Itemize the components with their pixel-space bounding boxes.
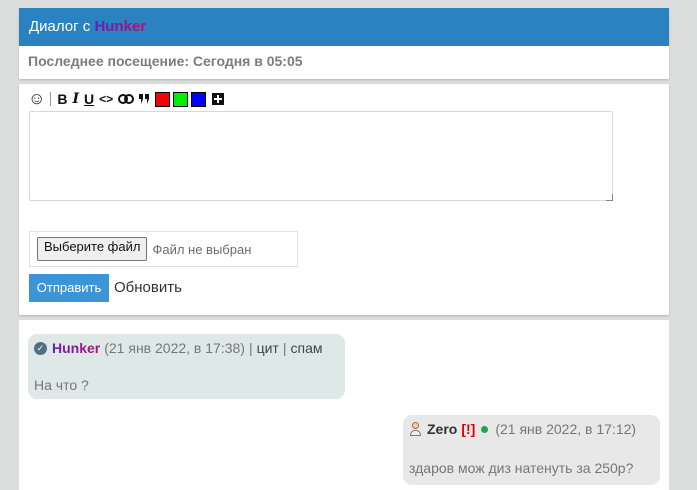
quote-link[interactable]: цит — [257, 340, 279, 356]
file-status: Файл не выбран — [152, 241, 252, 257]
bold-button[interactable]: B — [57, 90, 67, 108]
message-textarea[interactable] — [29, 111, 613, 201]
message-timestamp: (21 янв 2022, в 17:38) — [104, 340, 245, 356]
message-author-link[interactable]: Zero — [427, 421, 457, 437]
message-meta: Zero [!] (21 янв 2022, в 17:12) — [409, 421, 636, 437]
toolbar-divider — [50, 92, 52, 106]
message-list: ✓ Hunker (21 янв 2022, в 17:38) | цит | … — [19, 320, 669, 490]
underline-button[interactable]: U — [84, 90, 94, 108]
message-meta: ✓ Hunker (21 янв 2022, в 17:38) | цит | … — [34, 340, 323, 356]
send-button[interactable]: Отправить — [29, 274, 109, 302]
color-green-button[interactable] — [173, 91, 189, 107]
last-seen-text: Последнее посещение: Сегодня в 05:05 — [28, 53, 303, 69]
user-icon — [409, 422, 422, 436]
verified-icon: ✓ — [34, 341, 47, 355]
message-author-link[interactable]: Hunker — [52, 340, 100, 356]
message-editor: ☺ B I U <> Выберите файл Файл не выбран — [19, 84, 669, 315]
top-strip — [19, 0, 669, 8]
resize-handle[interactable] — [606, 194, 613, 201]
dialog-header: Диалог с Hunker Последнее посещение: Сег… — [19, 8, 669, 79]
code-icon[interactable]: <> — [99, 90, 113, 108]
message-text: На что ? — [34, 377, 89, 393]
file-upload: Выберите файл Файл не выбран — [29, 231, 298, 267]
link-icon[interactable] — [118, 90, 135, 108]
quote-icon[interactable] — [139, 90, 150, 108]
online-status-icon — [481, 425, 489, 433]
message-text: здаров мож диз натенуть за 250р? — [409, 460, 634, 476]
dialog-title-prefix: Диалог с — [29, 18, 91, 35]
divider: | — [282, 340, 287, 356]
more-options-icon[interactable] — [212, 90, 225, 108]
page: Диалог с Hunker Последнее посещение: Сег… — [19, 0, 669, 490]
spam-link[interactable]: спам — [291, 340, 323, 356]
warning-flag[interactable]: [!] — [461, 421, 475, 437]
message-outgoing: Zero [!] (21 янв 2022, в 17:12) здаров м… — [403, 415, 660, 485]
color-blue-button[interactable] — [191, 91, 207, 107]
choose-file-button[interactable]: Выберите файл — [37, 237, 148, 261]
message-incoming: ✓ Hunker (21 янв 2022, в 17:38) | цит | … — [28, 334, 345, 399]
dialog-username-link[interactable]: Hunker — [94, 18, 146, 35]
refresh-link[interactable]: Обновить — [114, 274, 182, 302]
divider: | — [248, 340, 253, 356]
italic-button[interactable]: I — [72, 90, 79, 108]
emoji-icon[interactable]: ☺ — [28, 89, 45, 108]
dialog-title: Диалог с Hunker — [19, 8, 669, 46]
format-toolbar: ☺ B I U <> — [28, 89, 229, 108]
message-timestamp: (21 янв 2022, в 17:12) — [495, 421, 637, 437]
color-red-button[interactable] — [155, 91, 171, 107]
